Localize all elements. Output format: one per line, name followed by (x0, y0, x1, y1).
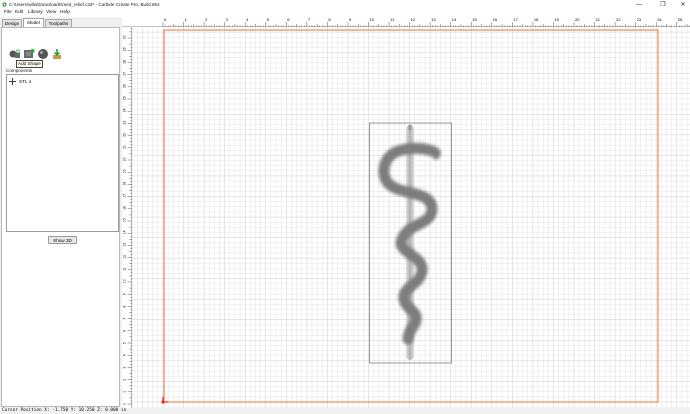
tab-toolpaths[interactable]: Toolpaths (45, 19, 72, 27)
ruler-label-y: 9 (123, 293, 127, 295)
ruler-label-x: 22 (616, 17, 621, 22)
ruler-label-x: 18 (534, 17, 539, 22)
menu-help[interactable]: Help (60, 10, 70, 15)
tab-design[interactable]: Design (2, 19, 22, 27)
ruler-label-y: 10 (123, 279, 127, 283)
ruler-label-y: 3 (123, 367, 127, 369)
window-title: C:\Users\willa\Downloads\med_relief.c2d*… (9, 1, 160, 7)
ruler-label-x: 20 (575, 17, 580, 22)
ruler-label-x: 8 (328, 17, 331, 22)
ruler-label-x: 19 (554, 17, 559, 22)
ruler-label-x: 0 (164, 17, 167, 22)
plus-icon (9, 78, 16, 85)
ruler-label-x: 1 (185, 17, 188, 22)
ruler-label-y: 5 (123, 342, 127, 344)
ruler-label-y: 23 (123, 121, 127, 125)
ruler-label-y: 1 (123, 391, 127, 393)
tooltip: Add Shape (16, 60, 43, 68)
ruler-label-x: 4 (246, 17, 249, 22)
model-tab-panel: Add Shape Components STL 4 Show 3D (1, 27, 120, 407)
ruler-label-x: 12 (411, 17, 416, 22)
ruler-label-y: 26 (123, 84, 127, 88)
ruler-label-y: 15 (123, 218, 127, 222)
ruler-label-y: 13 (123, 243, 127, 247)
ruler-label-x: 6 (287, 17, 290, 22)
ruler-label-y: 21 (123, 145, 127, 149)
ruler-label-x: 9 (349, 17, 352, 22)
ruler-label-y: 27 (123, 72, 127, 76)
ruler-label-x: 5 (267, 17, 270, 22)
ruler-label-x: 3 (226, 17, 229, 22)
app-icon (2, 2, 7, 7)
ruler-label-y: 22 (123, 133, 127, 137)
ruler-label-x: 24 (657, 17, 662, 22)
ruler-label-y: 28 (123, 60, 127, 64)
minimize-button[interactable]: — (632, 0, 646, 9)
ruler-label-y: 12 (123, 255, 127, 259)
ruler-label-x: 21 (596, 17, 601, 22)
ruler-label-y: 11 (123, 267, 127, 271)
ruler-label-x: 25 (678, 17, 683, 22)
design-canvas[interactable] (132, 27, 690, 408)
ruler-label-x: 13 (431, 17, 436, 22)
ruler-left: 30 29 28 27 26 25 24 23 22 21 20 19 18 17 16 15 14 13 12 11… (122, 27, 132, 408)
ruler-label-y: 20 (123, 157, 127, 161)
ruler-label-y: 0 (123, 403, 127, 405)
ruler-label-y: 14 (123, 230, 127, 234)
ruler-label-x: 14 (452, 17, 457, 22)
stl-model[interactable] (369, 122, 452, 364)
tab-model[interactable]: Model (23, 18, 44, 27)
components-list: STL 4 (6, 74, 119, 232)
menu-file[interactable]: File (4, 10, 12, 15)
maximize-button[interactable]: ❐ (656, 0, 670, 9)
ruler-label-y: 25 (123, 96, 127, 100)
ruler-label-y: 6 (123, 330, 127, 332)
show-3d-button[interactable]: Show 3D (48, 236, 77, 244)
add-component-icon[interactable] (23, 48, 35, 60)
ruler-label-x: 7 (308, 17, 311, 22)
ruler-label-y: 29 (123, 47, 127, 51)
ruler-label-y: 17 (123, 194, 127, 198)
ruler-label-x: 15 (472, 17, 477, 22)
close-button[interactable]: ✕ (676, 0, 690, 9)
import-model-icon[interactable] (51, 48, 63, 60)
ruler-label-x: 23 (637, 17, 642, 22)
ruler-label-y: 8 (123, 306, 127, 308)
origin-marker (161, 397, 168, 404)
status-bar: Cursor Position X: -1.750 Y: 10.250 Z: 0… (0, 408, 690, 414)
ruler-label-x: 11 (390, 17, 395, 22)
ruler-label-y: 19 (123, 169, 127, 173)
ruler-label-x: 16 (493, 17, 498, 22)
title-bar: C:\Users\willa\Downloads\med_relief.c2d*… (0, 0, 690, 9)
add-shape-icon[interactable] (9, 48, 21, 60)
menu-bar: File Edit Library View Help (0, 9, 690, 17)
component-name: STL 4 (19, 79, 32, 84)
left-panel: Design Model Toolpaths Add Shape Compone… (0, 17, 121, 408)
ruler-label-y: 2 (123, 379, 127, 381)
menu-view[interactable]: View (46, 10, 56, 15)
components-label: Components (6, 68, 33, 73)
cursor-position: Cursor Position X: -1.750 Y: 10.250 Z: 0… (2, 408, 127, 413)
list-item[interactable]: STL 4 (9, 78, 31, 85)
ruler-label-y: 30 (123, 35, 127, 39)
menu-edit[interactable]: Edit (15, 10, 23, 15)
sphere-icon[interactable] (37, 48, 49, 60)
menu-library[interactable]: Library (28, 10, 43, 15)
ruler-label-y: 24 (123, 108, 127, 112)
ruler-label-x: 17 (513, 17, 518, 22)
ruler-label-x: 2 (205, 17, 208, 22)
ruler-label-y: 7 (123, 318, 127, 320)
ruler-label-y: 18 (123, 182, 127, 186)
ruler-top: 0 1 2 3 4 5 6 7 8 9 10 11 12 13 14 15 16 17 18 19 20 21 22 23 24… (122, 17, 690, 27)
ruler-label-y: 16 (123, 206, 127, 210)
ruler-label-y: 4 (123, 354, 127, 356)
ruler-label-x: 10 (370, 17, 375, 22)
